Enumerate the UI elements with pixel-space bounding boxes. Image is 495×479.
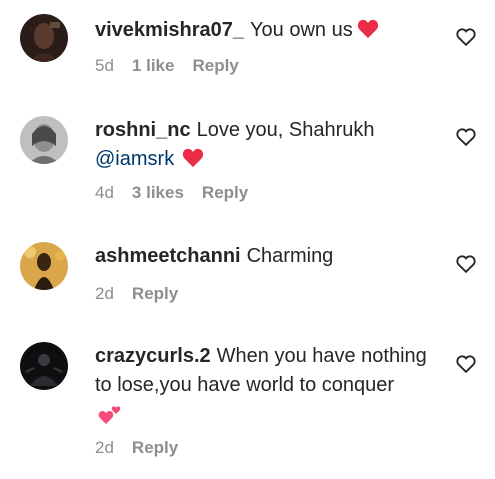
like-heart-icon[interactable] (455, 353, 477, 375)
comment-body: crazycurls.2 When you have nothing to los… (95, 342, 440, 435)
red-heart-icon (357, 19, 379, 48)
mention-link[interactable]: @iamsrk (95, 148, 174, 170)
like-heart-icon[interactable] (455, 126, 477, 148)
avatar[interactable] (20, 116, 68, 164)
reply-button[interactable]: Reply (132, 438, 178, 458)
username-link[interactable]: ashmeetchanni (95, 245, 241, 267)
username-link[interactable]: roshni_nc (95, 119, 191, 141)
reply-button[interactable]: Reply (132, 284, 178, 304)
comment-time: 4d (95, 183, 114, 202)
likes-count[interactable]: 1 like (132, 56, 175, 76)
red-heart-icon (182, 148, 204, 177)
username-link[interactable]: vivekmishra07_ (95, 19, 244, 41)
likes-count[interactable]: 3 likes (132, 183, 184, 203)
comment-body: ashmeetchanni Charming (95, 242, 440, 271)
comment-meta: 2d Reply (95, 438, 178, 458)
avatar[interactable] (20, 14, 68, 62)
comment-body: vivekmishra07_ You own us (95, 16, 440, 48)
avatar[interactable] (20, 342, 68, 390)
like-heart-icon[interactable] (455, 253, 477, 275)
comment-body: roshni_nc Love you, Shahrukh @iamsrk (95, 116, 440, 177)
like-heart-icon[interactable] (455, 26, 477, 48)
reply-button[interactable]: Reply (202, 183, 248, 203)
username-link[interactable]: crazycurls.2 (95, 345, 211, 367)
comment-text: Love you, Shahrukh (196, 119, 375, 141)
avatar[interactable] (20, 242, 68, 290)
reply-button[interactable]: Reply (192, 56, 238, 76)
comment-time: 2d (95, 438, 114, 457)
comment-time: 2d (95, 284, 114, 303)
comment-text: You own us (250, 19, 353, 41)
comment-meta: 4d 3 likes Reply (95, 183, 248, 203)
two-hearts-icon (98, 404, 122, 435)
comment-meta: 5d 1 like Reply (95, 56, 239, 76)
comment-text: Charming (246, 245, 334, 267)
comment-meta: 2d Reply (95, 284, 178, 304)
comment-time: 5d (95, 56, 114, 75)
